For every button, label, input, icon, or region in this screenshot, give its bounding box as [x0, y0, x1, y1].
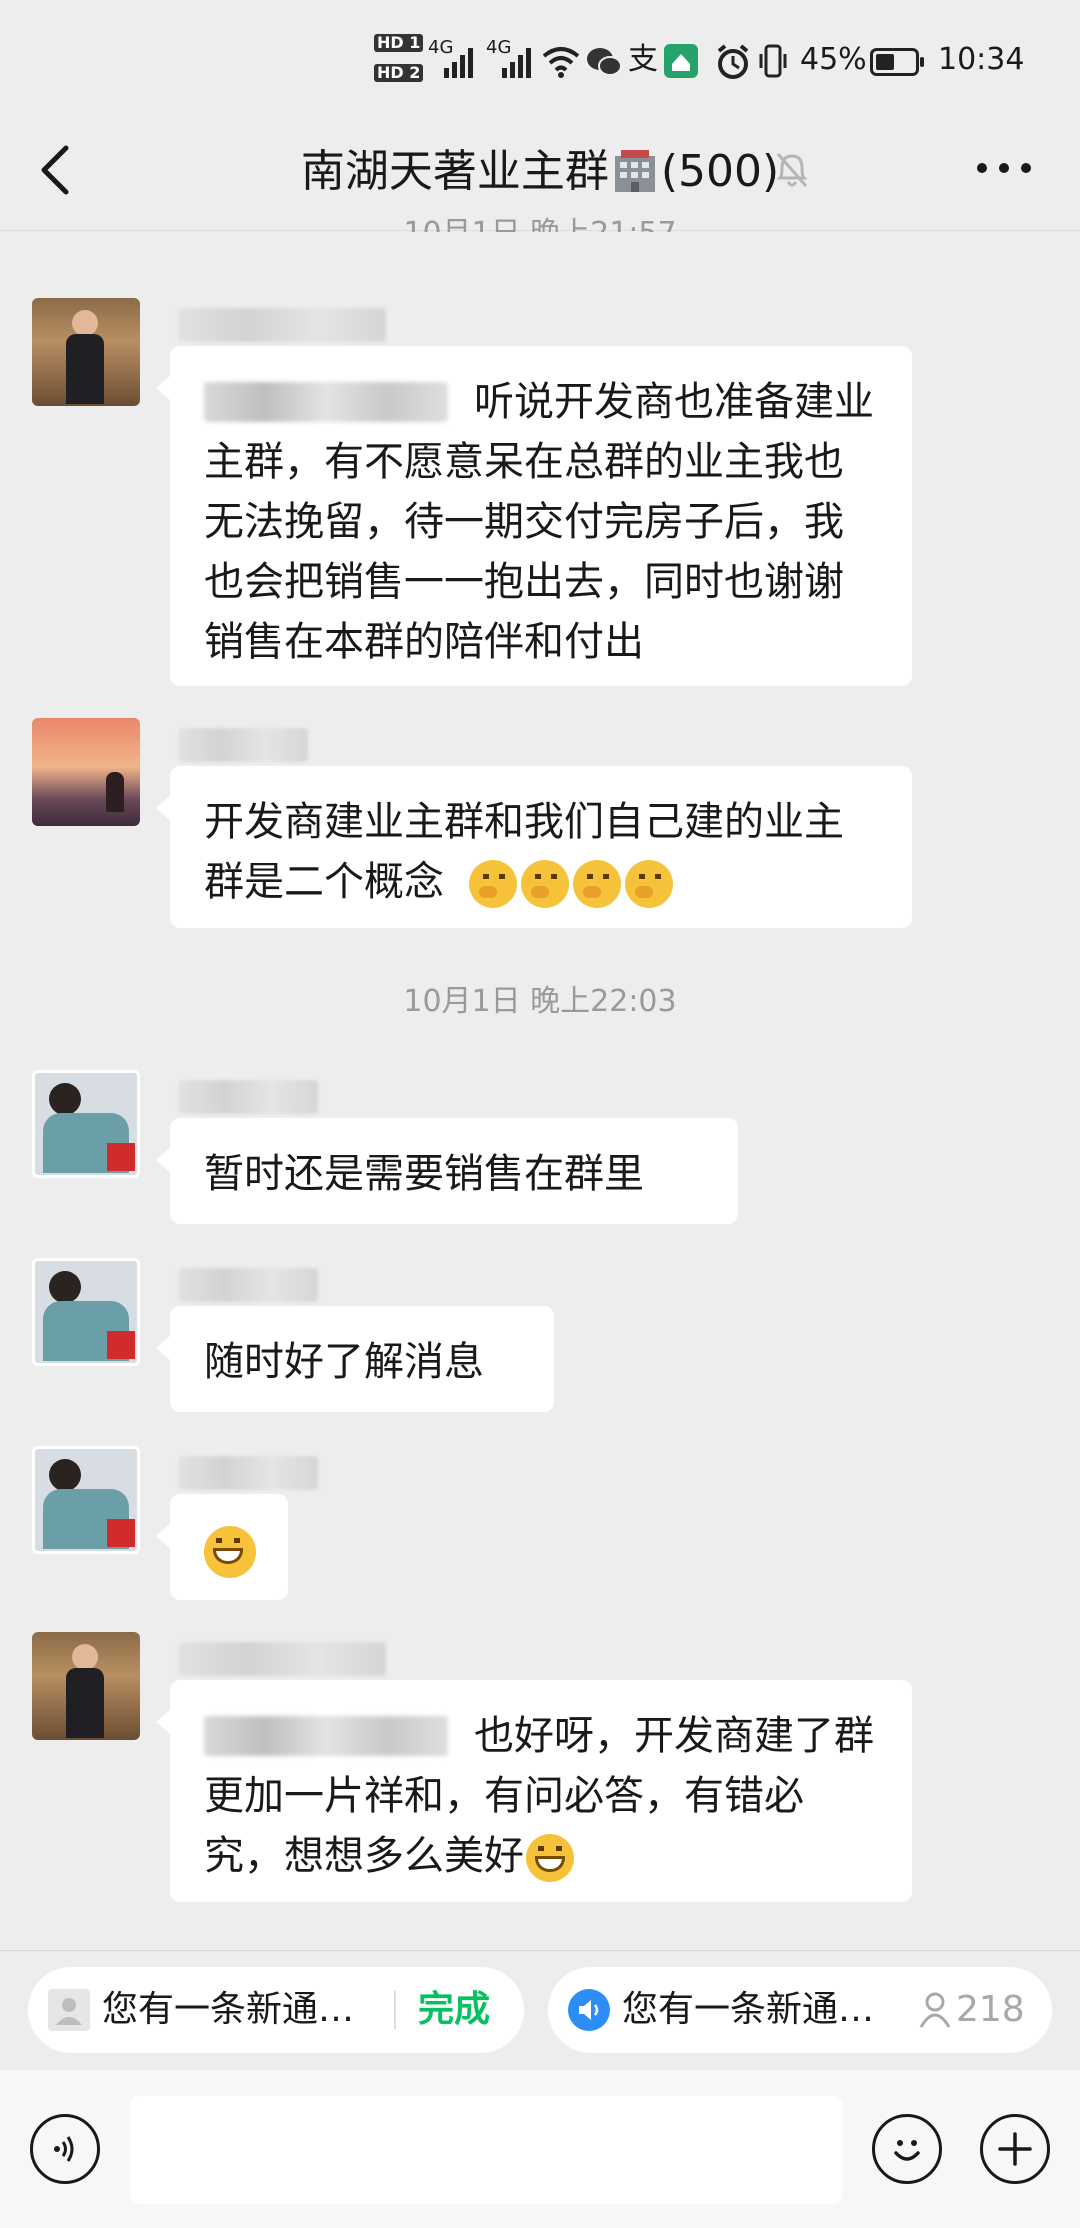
- bell-off-icon: [776, 153, 808, 187]
- avatar[interactable]: [32, 718, 140, 826]
- thinking-emoji-icon: [520, 860, 569, 908]
- building-icon: [614, 150, 655, 192]
- avatar[interactable]: [32, 298, 140, 406]
- timestamp-mid: 10月1日 晚上22:03: [403, 984, 677, 1019]
- grinning-emoji-icon: [204, 1526, 256, 1578]
- timestamp-top: 10月1日 晚上21:57: [0, 214, 1080, 232]
- sender-name: [178, 1080, 318, 1114]
- quoted-mention: [204, 382, 448, 422]
- chat-title: 南湖天著业主群 (500): [0, 142, 1080, 202]
- input-bar: [0, 2070, 1080, 2228]
- signal-2-icon: [502, 48, 531, 78]
- message-text: 暂时还是需要销售在群里: [204, 1151, 644, 1197]
- message-bubble[interactable]: 也好呀，开发商建了群更加一片祥和，有问必答，有错必究，想想多么美好: [156, 1680, 912, 1902]
- notification-pill-left[interactable]: 您有一条新通… 完成: [28, 1967, 524, 2053]
- thinking-emoji-icon: [468, 860, 517, 908]
- wifi-icon: [542, 47, 580, 78]
- avatar[interactable]: [32, 1070, 140, 1178]
- group-name: 南湖天著业主群: [300, 146, 609, 197]
- vibrate-icon: [759, 44, 787, 78]
- avatar[interactable]: [32, 1632, 140, 1740]
- sender-name: [178, 1268, 318, 1302]
- signal-1-icon: [444, 48, 473, 78]
- speaker-icon: [568, 1989, 610, 2031]
- avatar[interactable]: [32, 1258, 140, 1366]
- clock: 10:34: [938, 42, 1025, 77]
- more-dots-icon[interactable]: [976, 160, 1032, 176]
- sender-name: [178, 728, 308, 762]
- hd1-badge: HD 1: [374, 34, 424, 52]
- grinning-emoji-icon: [526, 1834, 574, 1882]
- avatar[interactable]: [32, 1446, 140, 1554]
- voice-icon[interactable]: [30, 2114, 100, 2184]
- battery-percent: 45%: [800, 42, 867, 77]
- sender-name: [178, 308, 386, 342]
- battery-icon: [870, 48, 924, 76]
- alarm-icon: [717, 44, 749, 79]
- done-button[interactable]: 完成: [418, 1987, 490, 2033]
- app-icon: [664, 44, 698, 78]
- alipay-icon: 支: [628, 42, 658, 77]
- quoted-mention: [204, 1716, 448, 1756]
- reader-count: 218: [956, 1989, 1025, 2030]
- message-bubble[interactable]: [156, 1494, 288, 1600]
- message-text: 随时好了解消息: [204, 1339, 484, 1385]
- notification-bar: 您有一条新通… 完成 您有一条新通… 218: [0, 1950, 1080, 2071]
- status-bar: HD 1 HD 2 4G 4G 支 45% 10:34: [0, 0, 1080, 120]
- thinking-emoji-icon: [572, 860, 621, 908]
- notification-text: 您有一条新通…: [102, 1989, 355, 2030]
- divider: [394, 1991, 396, 2029]
- message-bubble[interactable]: 暂时还是需要销售在群里: [156, 1118, 738, 1224]
- sender-name: [178, 1642, 386, 1676]
- person-icon: [919, 1992, 951, 2028]
- notification-pill-right[interactable]: 您有一条新通… 218: [548, 1967, 1052, 2053]
- message-bubble[interactable]: 听说开发商也准备建业主群，有不愿意呆在总群的业主我也无法挽留，待一期交付完房子后…: [156, 346, 912, 686]
- sender-name: [178, 1456, 318, 1490]
- emoji-icon[interactable]: [872, 2114, 942, 2184]
- plus-icon[interactable]: [980, 2114, 1050, 2184]
- thinking-emoji-icon: [624, 860, 673, 908]
- message-bubble[interactable]: 开发商建业主群和我们自己建的业主群是二个概念: [156, 766, 912, 928]
- hd2-badge: HD 2: [374, 64, 424, 82]
- member-count: (500): [660, 146, 780, 197]
- user-icon: [48, 1989, 90, 2031]
- message-bubble[interactable]: 随时好了解消息: [156, 1306, 554, 1412]
- message-input[interactable]: [130, 2096, 842, 2204]
- notification-text: 您有一条新通…: [622, 1989, 875, 2030]
- wechat-icon: [587, 48, 622, 76]
